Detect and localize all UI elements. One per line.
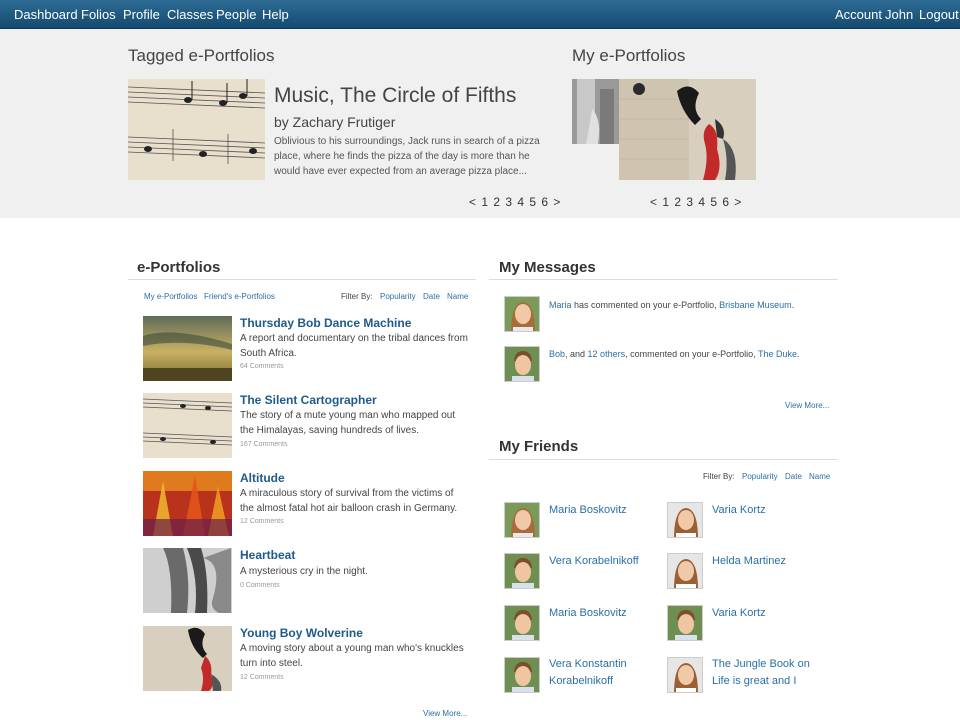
portfolio-description: A mysterious cry in the night. <box>240 566 368 577</box>
tagged-portfolios-pager[interactable]: < 1 2 3 4 5 6 > <box>469 195 561 209</box>
portfolio-title[interactable]: The Silent Cartographer <box>240 393 377 407</box>
friends-divider <box>489 459 838 460</box>
featured-portfolio-title[interactable]: Music, The Circle of Fifths <box>274 84 516 108</box>
message-text: , and <box>565 349 588 359</box>
tagged-portfolios-title: Tagged e-Portfolios <box>128 46 275 65</box>
portfolio-filter-label: Filter By: <box>341 292 373 301</box>
friend-avatar[interactable] <box>667 605 703 641</box>
featured-portfolio-description: Oblivious to his surroundings, Jack runs… <box>274 136 540 177</box>
friends-filter-label: Filter By: <box>703 472 735 481</box>
message-others-link[interactable]: 12 others <box>588 349 626 359</box>
featured-portfolio-author: by Zachary Frutiger <box>274 114 396 130</box>
portfolio-title[interactable]: Heartbeat <box>240 548 295 562</box>
messages-divider <box>489 279 838 280</box>
nav-user-john[interactable]: John <box>885 7 913 22</box>
nav-classes[interactable]: Classes <box>167 7 213 22</box>
portfolio-thumbnail-elephant[interactable] <box>143 548 232 613</box>
tab-friends-eportfolios[interactable]: Friend's e-Portfolios <box>204 292 275 301</box>
friend-name-link[interactable]: Vera Konstantin Korabelnikoff <box>549 656 654 690</box>
message-item: Bob, and 12 others, commented on your e-… <box>549 348 829 361</box>
portfolio-thumbnail-art[interactable] <box>143 626 232 691</box>
my-portfolio-thumbnail[interactable] <box>619 79 756 180</box>
message-text: , commented on your e-Portfolio, <box>625 349 758 359</box>
portfolio-description: A miraculous story of survival from the … <box>240 488 458 514</box>
portfolio-title[interactable]: Thursday Bob Dance Machine <box>240 316 411 330</box>
portfolio-filter-popularity[interactable]: Popularity <box>380 292 416 301</box>
friend-avatar[interactable] <box>504 657 540 693</box>
friends-filter-name[interactable]: Name <box>809 472 830 481</box>
avatar[interactable] <box>504 296 540 332</box>
friend-avatar[interactable] <box>504 605 540 641</box>
friend-name-link[interactable]: Varia Kortz <box>712 605 822 622</box>
my-portfolios-pager[interactable]: < 1 2 3 4 5 6 > <box>650 195 742 209</box>
messages-view-more-link[interactable]: View More... <box>785 401 829 410</box>
portfolio-comment-count[interactable]: 64 Comments <box>240 363 284 370</box>
nav-account[interactable]: Account <box>835 7 882 22</box>
portfolio-thumbnail-fire[interactable] <box>143 471 232 536</box>
eportfolios-section-title: e-Portfolios <box>137 259 221 276</box>
messages-section-title: My Messages <box>499 259 596 276</box>
portfolio-comment-count[interactable]: 0 Comments <box>240 582 280 589</box>
message-end: . <box>791 300 795 310</box>
nav-logout[interactable]: Logout <box>919 7 959 22</box>
portfolio-filter-date[interactable]: Date <box>423 292 440 301</box>
friend-name-link[interactable]: Helda Martinez <box>712 553 822 570</box>
nav-help[interactable]: Help <box>262 7 289 22</box>
portfolio-description: The story of a mute young man who mapped… <box>240 410 456 436</box>
friend-name-link[interactable]: Maria Boskovitz <box>549 502 659 519</box>
message-item: Maria has commented on your e-Portfolio,… <box>549 299 829 312</box>
friend-avatar[interactable] <box>504 502 540 538</box>
message-target-link[interactable]: Brisbane Museum <box>719 300 792 310</box>
nav-dashboard[interactable]: Dashboard <box>14 7 78 22</box>
friend-name-link[interactable]: Maria Boskovitz <box>549 605 659 622</box>
nav-profile[interactable]: Profile <box>123 7 160 22</box>
message-actor-link[interactable]: Maria <box>549 300 572 310</box>
top-nav-bar: Dashboard Folios Profile Classes People … <box>0 0 960 29</box>
eportfolios-divider <box>128 279 476 280</box>
portfolio-thumbnail-music[interactable] <box>143 393 232 458</box>
featured-portfolio-thumbnail[interactable] <box>128 79 265 180</box>
message-text: has commented on your e-Portfolio, <box>571 300 720 310</box>
portfolios-view-more-link[interactable]: View More... <box>423 709 467 718</box>
friend-avatar[interactable] <box>504 553 540 589</box>
friend-name-link[interactable]: The Jungle Book on Life is great and I <box>712 656 822 690</box>
friend-name-link[interactable]: Vera Korabelnikoff <box>549 553 659 570</box>
avatar[interactable] <box>504 346 540 382</box>
portfolio-filter-name[interactable]: Name <box>447 292 468 301</box>
friend-name-link[interactable]: Varia Kortz <box>712 502 822 519</box>
friend-avatar[interactable] <box>667 553 703 589</box>
nav-people[interactable]: People <box>216 7 256 22</box>
friends-section-title: My Friends <box>499 438 579 455</box>
portfolio-title[interactable]: Young Boy Wolverine <box>240 626 363 640</box>
friends-filter-date[interactable]: Date <box>785 472 802 481</box>
message-target-link[interactable]: The Duke <box>758 349 797 359</box>
portfolio-comment-count[interactable]: 12 Comments <box>240 518 284 525</box>
message-actor-link[interactable]: Bob <box>549 349 565 359</box>
my-portfolios-title: My e-Portfolios <box>572 46 686 65</box>
friend-avatar[interactable] <box>667 657 703 693</box>
portfolio-comment-count[interactable]: 167 Comments <box>240 441 287 448</box>
friend-avatar[interactable] <box>667 502 703 538</box>
portfolio-comment-count[interactable]: 12 Comments <box>240 674 284 681</box>
my-portfolio-thumbnail-small[interactable] <box>572 79 620 144</box>
tab-my-eportfolios[interactable]: My e-Portfolios <box>144 292 197 301</box>
portfolio-description: A moving story about a young man who's k… <box>240 643 464 669</box>
nav-folios[interactable]: Folios <box>81 7 116 22</box>
portfolio-thumbnail-sky[interactable] <box>143 316 232 381</box>
message-end: . <box>797 349 800 359</box>
portfolio-description: A report and documentary on the tribal d… <box>240 333 468 359</box>
portfolio-title[interactable]: Altitude <box>240 471 285 485</box>
friends-filter-popularity[interactable]: Popularity <box>742 472 778 481</box>
